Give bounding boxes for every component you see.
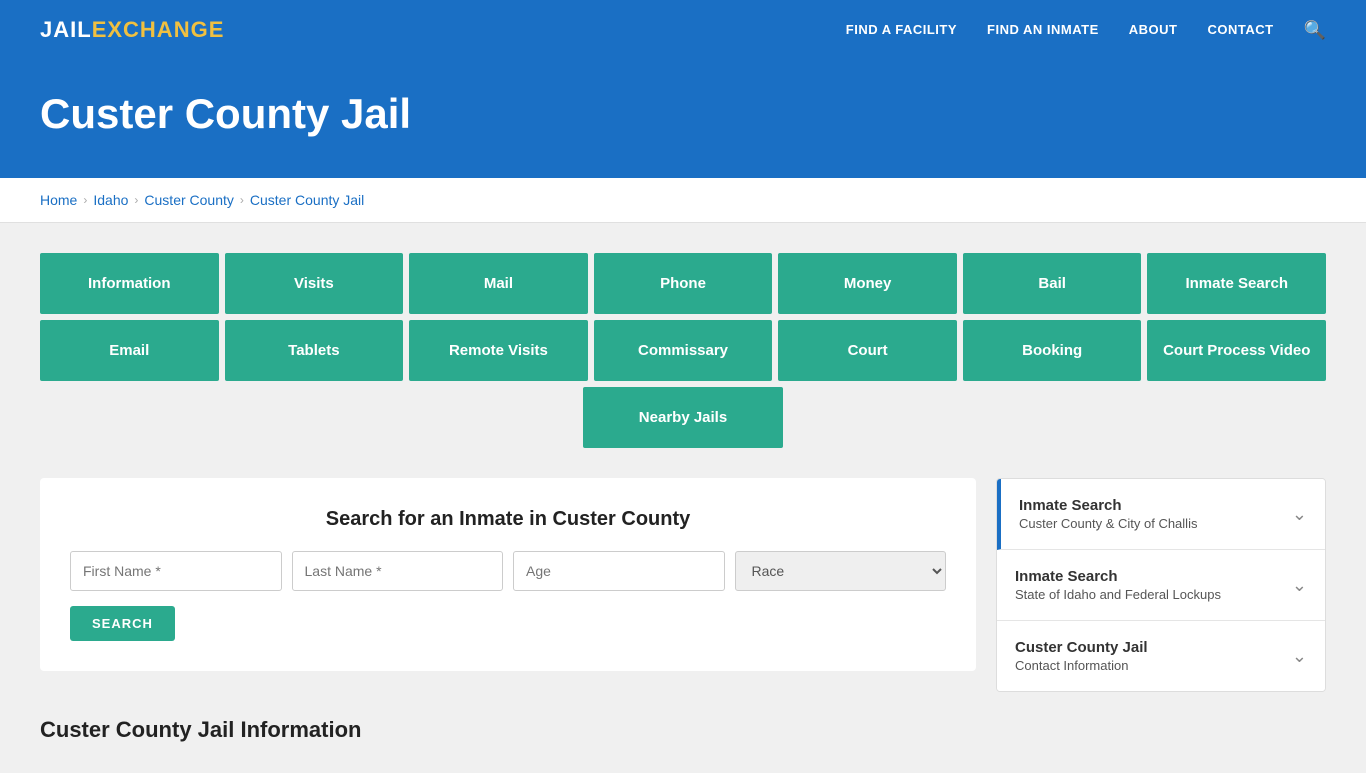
breadcrumb-sep-2: › xyxy=(134,193,138,207)
btn-money[interactable]: Money xyxy=(778,253,957,314)
btn-nearby-jails[interactable]: Nearby Jails xyxy=(583,387,783,448)
info-section-title: Custer County Jail Information xyxy=(40,717,1326,743)
nav-find-inmate[interactable]: FIND AN INMATE xyxy=(987,22,1099,37)
inmate-search-form: Search for an Inmate in Custer County Ra… xyxy=(40,478,976,671)
btn-mail[interactable]: Mail xyxy=(409,253,588,314)
race-select[interactable]: Race White Black Hispanic Asian Native A… xyxy=(735,551,947,591)
main-content: Information Visits Mail Phone Money Bail… xyxy=(0,223,1366,773)
chevron-down-icon-3: ⌄ xyxy=(1292,646,1307,667)
btn-commissary[interactable]: Commissary xyxy=(594,320,773,381)
breadcrumb-custer-county[interactable]: Custer County xyxy=(144,192,233,208)
hero-section: Custer County Jail xyxy=(0,60,1366,178)
button-row-2: Email Tablets Remote Visits Commissary C… xyxy=(40,320,1326,381)
search-title: Search for an Inmate in Custer County xyxy=(70,508,946,531)
logo-jail: JAIL xyxy=(40,17,92,43)
age-input[interactable] xyxy=(513,551,725,591)
logo-exchange: EXCHANGE xyxy=(92,17,225,43)
search-button[interactable]: SEARCH xyxy=(70,606,175,641)
btn-court[interactable]: Court xyxy=(778,320,957,381)
panel-inmate-search-idaho[interactable]: Inmate Search State of Idaho and Federal… xyxy=(997,550,1325,621)
panel-2-subtitle: State of Idaho and Federal Lockups xyxy=(1015,587,1221,602)
panel-1-title: Inmate Search xyxy=(1019,497,1197,514)
btn-booking[interactable]: Booking xyxy=(963,320,1142,381)
panel-inmate-search-challis[interactable]: Inmate Search Custer County & City of Ch… xyxy=(997,479,1325,550)
sidebar-panels: Inmate Search Custer County & City of Ch… xyxy=(996,478,1326,692)
panel-2-title: Inmate Search xyxy=(1015,568,1221,585)
breadcrumb-home[interactable]: Home xyxy=(40,192,77,208)
btn-information[interactable]: Information xyxy=(40,253,219,314)
last-name-input[interactable] xyxy=(292,551,504,591)
breadcrumb-sep-1: › xyxy=(83,193,87,207)
panel-contact-info[interactable]: Custer County Jail Contact Information ⌄ xyxy=(997,621,1325,691)
chevron-down-icon-1: ⌄ xyxy=(1292,504,1307,525)
nav-contact[interactable]: CONTACT xyxy=(1207,22,1273,37)
breadcrumb-custer-county-jail[interactable]: Custer County Jail xyxy=(250,192,364,208)
btn-tablets[interactable]: Tablets xyxy=(225,320,404,381)
btn-bail[interactable]: Bail xyxy=(963,253,1142,314)
breadcrumb: Home › Idaho › Custer County › Custer Co… xyxy=(0,178,1366,223)
btn-inmate-search[interactable]: Inmate Search xyxy=(1147,253,1326,314)
panel-3-subtitle: Contact Information xyxy=(1015,658,1148,673)
panel-3-title: Custer County Jail xyxy=(1015,639,1148,656)
search-fields: Race White Black Hispanic Asian Native A… xyxy=(70,551,946,591)
breadcrumb-idaho[interactable]: Idaho xyxy=(93,192,128,208)
button-row-1: Information Visits Mail Phone Money Bail… xyxy=(40,253,1326,314)
btn-visits[interactable]: Visits xyxy=(225,253,404,314)
btn-email[interactable]: Email xyxy=(40,320,219,381)
btn-phone[interactable]: Phone xyxy=(594,253,773,314)
nav-links: FIND A FACILITY FIND AN INMATE ABOUT CON… xyxy=(846,20,1326,41)
breadcrumb-sep-3: › xyxy=(240,193,244,207)
bottom-layout: Search for an Inmate in Custer County Ra… xyxy=(40,478,1326,692)
page-title: Custer County Jail xyxy=(40,90,1326,138)
nav-button-grid: Information Visits Mail Phone Money Bail… xyxy=(40,253,1326,448)
button-row-3: Nearby Jails xyxy=(40,387,1326,448)
search-icon[interactable]: 🔍 xyxy=(1304,20,1326,40)
first-name-input[interactable] xyxy=(70,551,282,591)
panel-1-subtitle: Custer County & City of Challis xyxy=(1019,516,1197,531)
nav-about[interactable]: ABOUT xyxy=(1129,22,1178,37)
btn-remote-visits[interactable]: Remote Visits xyxy=(409,320,588,381)
info-section: Custer County Jail Information xyxy=(40,717,1326,743)
nav-find-facility[interactable]: FIND A FACILITY xyxy=(846,22,957,37)
navbar: JAILEXCHANGE FIND A FACILITY FIND AN INM… xyxy=(0,0,1366,60)
chevron-down-icon-2: ⌄ xyxy=(1292,575,1307,596)
btn-court-process-video[interactable]: Court Process Video xyxy=(1147,320,1326,381)
logo[interactable]: JAILEXCHANGE xyxy=(40,17,224,43)
